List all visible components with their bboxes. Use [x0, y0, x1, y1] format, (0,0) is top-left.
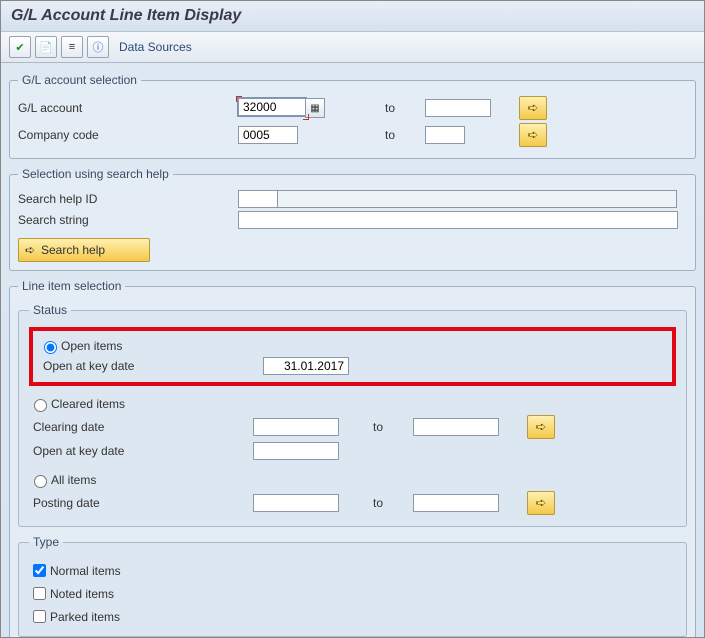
normal-items-label: Normal items: [50, 564, 121, 578]
data-sources-button[interactable]: Data Sources: [119, 40, 192, 54]
gl-account-selection-legend: G/L account selection: [18, 73, 141, 87]
multiple-selection-icon[interactable]: ➪: [519, 123, 547, 147]
posting-date-label: Posting date: [29, 496, 253, 510]
multiple-selection-icon[interactable]: ➪: [527, 491, 555, 515]
search-string-label: Search string: [18, 213, 238, 227]
page-title: G/L Account Line Item Display: [1, 1, 704, 32]
posting-date-to-label: to: [373, 496, 413, 510]
open-at-key-date-input[interactable]: [263, 357, 349, 375]
search-help-id-input[interactable]: [238, 190, 278, 208]
gl-account-label: G/L account: [18, 101, 238, 115]
clearing-date-to-label: to: [373, 420, 413, 434]
search-help-id-label: Search help ID: [18, 192, 238, 206]
line-item-selection-legend: Line item selection: [18, 279, 125, 293]
multiple-selection-icon[interactable]: ➪: [519, 96, 547, 120]
gl-account-from-input[interactable]: [238, 98, 306, 116]
line-item-selection-group: Line item selection Status Open items Op…: [9, 279, 696, 638]
tree-icon[interactable]: ≡: [61, 36, 83, 58]
cleared-open-at-key-date-input[interactable]: [253, 442, 339, 460]
cleared-open-at-key-date-label: Open at key date: [29, 444, 253, 458]
window: G/L Account Line Item Display ✔ 📄 ≡ ⓘ Da…: [0, 0, 705, 638]
multiple-selection-icon[interactable]: ➪: [527, 415, 555, 439]
search-help-button[interactable]: ➪ Search help: [18, 238, 150, 262]
highlight-annotation: Open items Open at key date: [29, 327, 676, 386]
search-help-group: Selection using search help Search help …: [9, 167, 696, 271]
status-group: Status Open items Open at key date Clear…: [18, 303, 687, 527]
posting-date-to-input[interactable]: [413, 494, 499, 512]
clearing-date-to-input[interactable]: [413, 418, 499, 436]
parked-items-label: Parked items: [50, 610, 120, 624]
company-code-to-label: to: [385, 128, 425, 142]
noted-items-checkbox[interactable]: [33, 587, 46, 600]
search-help-button-label: Search help: [41, 243, 105, 257]
info-icon[interactable]: ⓘ: [87, 36, 109, 58]
status-legend: Status: [29, 303, 71, 317]
open-items-label: Open items: [61, 339, 122, 353]
gl-account-to-input[interactable]: [425, 99, 491, 117]
gl-account-to-label: to: [385, 101, 425, 115]
open-at-key-date-label: Open at key date: [39, 359, 263, 373]
company-code-to-input[interactable]: [425, 126, 465, 144]
arrow-right-icon: ➪: [19, 243, 41, 257]
parked-items-checkbox[interactable]: [33, 610, 46, 623]
all-items-label: All items: [51, 473, 96, 487]
all-items-radio[interactable]: [34, 475, 47, 488]
type-legend: Type: [29, 535, 63, 549]
posting-date-from-input[interactable]: [253, 494, 339, 512]
cleared-items-label: Cleared items: [51, 397, 125, 411]
open-items-radio[interactable]: [44, 341, 57, 354]
company-code-from-input[interactable]: [238, 126, 298, 144]
company-code-label: Company code: [18, 128, 238, 142]
noted-items-label: Noted items: [50, 587, 114, 601]
type-group: Type Normal items Noted items Parked ite…: [18, 535, 687, 637]
search-help-desc-input[interactable]: [277, 190, 677, 208]
application-toolbar: ✔ 📄 ≡ ⓘ Data Sources: [1, 32, 704, 63]
gl-account-selection-group: G/L account selection G/L account ▦ to ➪…: [9, 73, 696, 159]
cleared-items-radio[interactable]: [34, 399, 47, 412]
search-help-legend: Selection using search help: [18, 167, 173, 181]
get-variant-icon[interactable]: 📄: [35, 36, 57, 58]
value-help-icon[interactable]: ▦: [305, 98, 325, 118]
normal-items-checkbox[interactable]: [33, 564, 46, 577]
execute-icon[interactable]: ✔: [9, 36, 31, 58]
clearing-date-label: Clearing date: [29, 420, 253, 434]
clearing-date-from-input[interactable]: [253, 418, 339, 436]
search-string-input[interactable]: [238, 211, 678, 229]
